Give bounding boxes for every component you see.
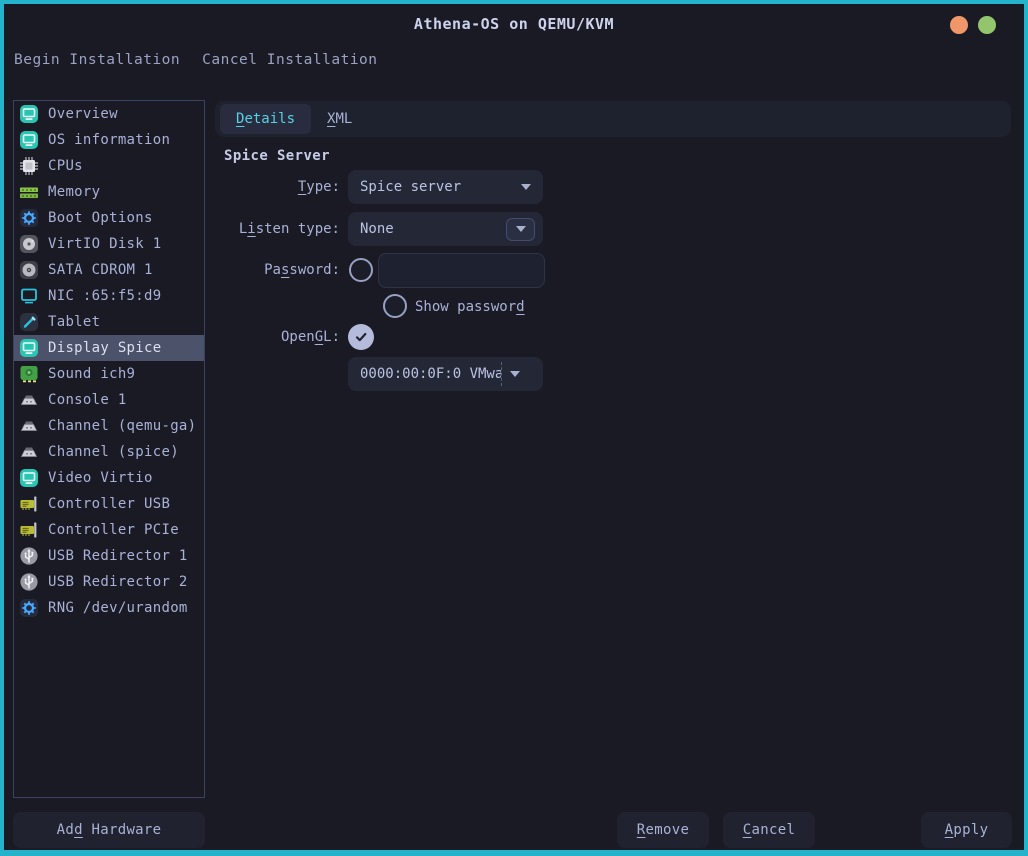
- display-icon: [19, 338, 39, 358]
- sidebar-item-virtio-disk-1[interactable]: VirtIO Disk 1: [14, 231, 204, 257]
- sidebar-item-display-spice[interactable]: Display Spice: [14, 335, 204, 361]
- sidebar-item-label: NIC :65:f5:d9: [48, 288, 161, 304]
- sidebar-item-channel-spice[interactable]: Channel (spice): [14, 439, 204, 465]
- window-title: Athena-OS on QEMU/KVM: [4, 4, 1024, 44]
- sidebar-item-sound-ich9[interactable]: Sound ich9: [14, 361, 204, 387]
- sidebar-item-os-information[interactable]: OS information: [14, 127, 204, 153]
- display-icon: [19, 104, 39, 124]
- cancel-installation-button[interactable]: Cancel Installation: [202, 52, 377, 68]
- chevron-down-icon: [510, 371, 520, 377]
- sidebar-item-label: Overview: [48, 106, 118, 122]
- sidebar-item-label: VirtIO Disk 1: [48, 236, 161, 252]
- sidebar-item-sata-cdrom-1[interactable]: SATA CDROM 1: [14, 257, 204, 283]
- sidebar-item-rng-dev-urandom[interactable]: RNG /dev/urandom: [14, 595, 204, 621]
- sidebar-item-label: USB Redirector 2: [48, 574, 188, 590]
- window-control-orange[interactable]: [950, 16, 968, 34]
- listen-type-dropdown[interactable]: None: [348, 212, 543, 246]
- disk-icon: [19, 234, 39, 254]
- sidebar-item-label: Sound ich9: [48, 366, 135, 382]
- sidebar-item-label: Memory: [48, 184, 100, 200]
- display-icon: [19, 130, 39, 150]
- sidebar-item-label: Channel (qemu-ga): [48, 418, 196, 434]
- gear-icon: [19, 208, 39, 228]
- serial-icon: [19, 390, 39, 410]
- sidebar-item-controller-usb[interactable]: Controller USB: [14, 491, 204, 517]
- cdrom-icon: [19, 260, 39, 280]
- show-password-label: Show password: [415, 299, 525, 315]
- chevron-down-icon: [521, 184, 531, 190]
- listen-type-value: None: [360, 221, 506, 237]
- memory-icon: [19, 182, 39, 202]
- sidebar-item-label: OS information: [48, 132, 170, 148]
- sidebar-item-tablet[interactable]: Tablet: [14, 309, 204, 335]
- add-hardware-button[interactable]: Add Hardware: [13, 812, 205, 848]
- sidebar-item-label: CPUs: [48, 158, 83, 174]
- titlebar: Athena-OS on QEMU/KVM: [4, 4, 1024, 44]
- show-password-checkbox[interactable]: [383, 294, 407, 318]
- sidebar-item-usb-redirector-1[interactable]: USB Redirector 1: [14, 543, 204, 569]
- serial-icon: [19, 442, 39, 462]
- sidebar-item-label: Console 1: [48, 392, 127, 408]
- tab-details[interactable]: Details: [220, 104, 311, 134]
- type-value: Spice server: [360, 179, 521, 195]
- opengl-device-dropdown[interactable]: 0000:00:0F:0 VMwa: [348, 357, 543, 391]
- sidebar-item-cpus[interactable]: CPUs: [14, 153, 204, 179]
- controller-icon: [19, 494, 39, 514]
- chevron-down-icon: [516, 226, 526, 232]
- type-dropdown[interactable]: Spice server: [348, 170, 543, 204]
- opengl-checkbox[interactable]: [348, 324, 374, 350]
- begin-installation-button[interactable]: Begin Installation: [14, 52, 180, 68]
- controller-icon: [19, 520, 39, 540]
- type-label: Type:: [215, 170, 340, 204]
- listen-type-label: Listen type:: [215, 212, 340, 246]
- password-input[interactable]: [378, 253, 545, 288]
- opengl-label: OpenGL:: [215, 320, 340, 354]
- sidebar-item-boot-options[interactable]: Boot Options: [14, 205, 204, 231]
- usb-icon: [19, 572, 39, 592]
- sidebar-item-label: Controller USB: [48, 496, 170, 512]
- details-panel: Details XML Spice Server Type: Spice ser…: [215, 101, 1011, 791]
- sidebar-item-label: SATA CDROM 1: [48, 262, 153, 278]
- opengl-device-value: 0000:00:0F:0 VMwa: [360, 366, 501, 382]
- sound-icon: [19, 364, 39, 384]
- apply-button[interactable]: Apply: [921, 812, 1012, 848]
- tab-xml[interactable]: XML: [311, 104, 368, 134]
- cpu-icon: [19, 156, 39, 176]
- sidebar-item-label: Controller PCIe: [48, 522, 179, 538]
- display-icon: [19, 468, 39, 488]
- remove-button[interactable]: Remove: [617, 812, 709, 848]
- sidebar-item-label: Tablet: [48, 314, 100, 330]
- vm-details-window: Athena-OS on QEMU/KVM Begin Installation…: [0, 0, 1028, 856]
- sidebar-item-memory[interactable]: Memory: [14, 179, 204, 205]
- sidebar-item-label: Display Spice: [48, 340, 161, 356]
- sidebar-item-label: Boot Options: [48, 210, 153, 226]
- sidebar-item-label: Channel (spice): [48, 444, 179, 460]
- sidebar-item-controller-pcie[interactable]: Controller PCIe: [14, 517, 204, 543]
- sidebar-item-overview[interactable]: Overview: [14, 101, 204, 127]
- window-control-green[interactable]: [978, 16, 996, 34]
- sidebar-item-usb-redirector-2[interactable]: USB Redirector 2: [14, 569, 204, 595]
- hardware-list: Overview OS information CPUs Memory Boot Opt…: [13, 100, 205, 798]
- tablet-icon: [19, 312, 39, 332]
- nic-icon: [19, 286, 39, 306]
- sidebar-item-label: RNG /dev/urandom: [48, 600, 188, 616]
- dropdown-arrow-button[interactable]: [506, 218, 535, 241]
- serial-icon: [19, 416, 39, 436]
- usb-icon: [19, 546, 39, 566]
- truncation-divider: [501, 362, 502, 386]
- section-heading: Spice Server: [224, 148, 330, 164]
- sidebar-item-label: Video Virtio: [48, 470, 153, 486]
- sidebar-item-video-virtio[interactable]: Video Virtio: [14, 465, 204, 491]
- sidebar-item-label: USB Redirector 1: [48, 548, 188, 564]
- tab-bar: Details XML: [215, 101, 1011, 137]
- sidebar-item-console-1[interactable]: Console 1: [14, 387, 204, 413]
- password-checkbox[interactable]: [349, 258, 373, 282]
- sidebar-item-nic-65-f5-d9[interactable]: NIC :65:f5:d9: [14, 283, 204, 309]
- toolbar: Begin Installation Cancel Installation: [14, 52, 378, 68]
- cancel-button[interactable]: Cancel: [723, 812, 815, 848]
- sidebar-item-channel-qemu-ga[interactable]: Channel (qemu-ga): [14, 413, 204, 439]
- password-label: Password:: [215, 253, 340, 288]
- gear-icon: [19, 598, 39, 618]
